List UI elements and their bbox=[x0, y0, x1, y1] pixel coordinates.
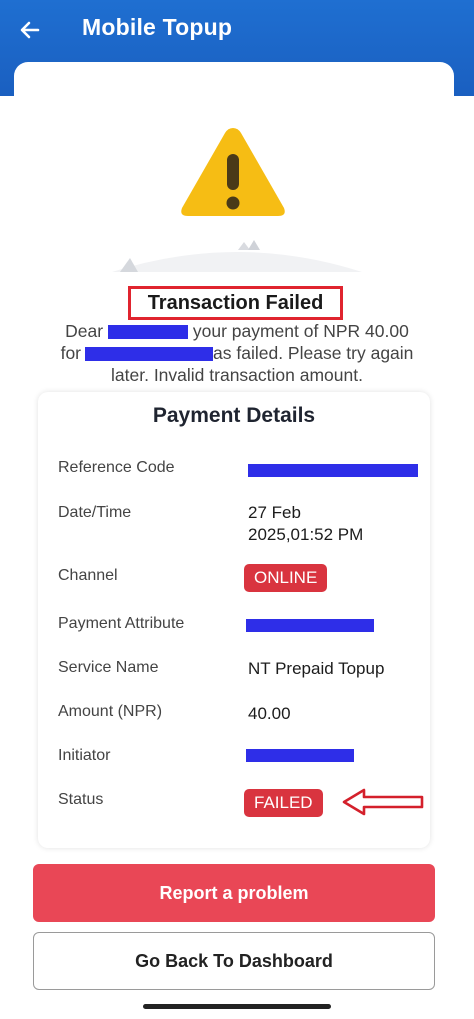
back-button[interactable] bbox=[12, 12, 48, 48]
annotation-arrow-icon bbox=[342, 788, 424, 816]
report-problem-button[interactable]: Report a problem bbox=[33, 864, 435, 922]
hills-illustration bbox=[112, 240, 362, 272]
status-badge: FAILED bbox=[244, 789, 323, 817]
datetime-value: 27 Feb 2025,01:52 PM bbox=[248, 502, 363, 546]
datetime-label: Date/Time bbox=[58, 504, 132, 521]
amount-label: Amount (NPR) bbox=[58, 703, 163, 720]
message-text: Dear bbox=[65, 321, 104, 341]
payment-attribute-label: Payment Attribute bbox=[58, 615, 185, 632]
service-name-label: Service Name bbox=[58, 659, 159, 676]
details-title: Payment Details bbox=[152, 404, 316, 427]
datetime-time: 2025,01:52 PM bbox=[248, 525, 364, 544]
back-to-dashboard-button[interactable]: Go Back To Dashboard bbox=[33, 932, 435, 990]
payment-attribute-value-redacted bbox=[246, 619, 374, 632]
amount-value: 40.00 bbox=[248, 704, 291, 723]
message-text: your payment of NPR 40.00 bbox=[192, 321, 409, 341]
result-message: Dear your payment of NPR 40.00 for as fai… bbox=[30, 320, 444, 386]
page-title: Mobile Topup bbox=[82, 14, 233, 40]
channel-label: Channel bbox=[58, 567, 118, 584]
service-name-value: NT Prepaid Topup bbox=[248, 659, 385, 678]
datetime-date: 27 Feb bbox=[248, 503, 301, 522]
payment-details-card: Payment Details Reference Code Date/Time… bbox=[38, 392, 430, 848]
home-indicator bbox=[143, 1004, 331, 1009]
message-line-3: later. Invalid transaction amount. bbox=[111, 365, 363, 385]
status-label: Status bbox=[58, 791, 104, 808]
message-text: as failed. Please try again bbox=[213, 343, 414, 363]
status-headline: Transaction Failed bbox=[147, 291, 324, 314]
warning-icon bbox=[181, 128, 285, 216]
message-line-1: Dear your payment of NPR 40.00 bbox=[30, 320, 444, 342]
reference-code-label: Reference Code bbox=[58, 459, 175, 476]
headline-highlight: Transaction Failed bbox=[128, 286, 343, 320]
message-text: for bbox=[60, 343, 82, 363]
channel-badge: ONLINE bbox=[244, 564, 328, 592]
initiator-value-redacted bbox=[246, 749, 354, 762]
redacted-number bbox=[85, 347, 214, 362]
reference-code-value-redacted bbox=[248, 464, 418, 477]
arrow-left-icon bbox=[20, 21, 40, 39]
initiator-label: Initiator bbox=[58, 747, 111, 764]
message-line-2: for as failed. Please try again bbox=[30, 342, 444, 364]
redacted-name bbox=[107, 325, 188, 340]
